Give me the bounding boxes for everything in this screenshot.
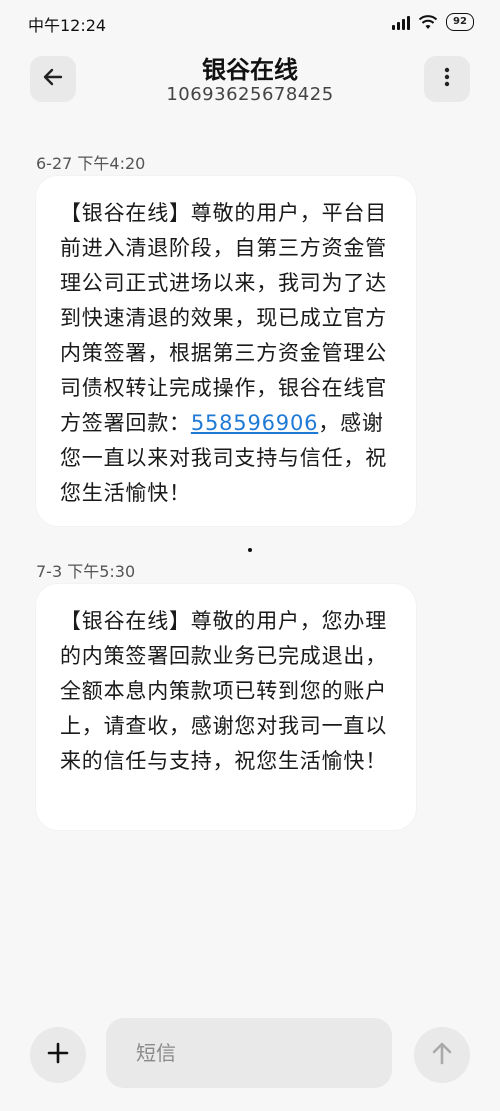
send-button[interactable] [414,1027,470,1083]
battery-icon: 92 [446,13,474,31]
message-bubble[interactable]: 【银谷在线】尊敬的用户，平台目前进入清退阶段，自第三方资金管理公司正式进场以来，… [36,176,416,526]
wifi-icon [418,14,438,30]
plus-icon [47,1042,69,1068]
status-time: 中午12:24 [28,16,107,35]
message-composer [0,1010,500,1100]
status-bar: 中午12:24 92 [0,0,500,44]
message-text: 【银谷在线】尊敬的用户，您办理的内策签署回款业务已完成退出，全额本息内策款项已转… [60,609,387,773]
status-icons: 92 [392,13,474,31]
separator-dot [248,548,252,552]
conversation-header: 银谷在线 10693625678425 [0,44,500,118]
signal-icon [392,14,410,30]
message-text: 【银谷在线】尊敬的用户，平台目前进入清退阶段，自第三方资金管理公司正式进场以来，… [60,201,387,435]
more-options-button[interactable] [424,56,470,102]
send-arrow-icon [431,1041,453,1069]
message-timestamp: 6-27 下午4:20 [36,154,146,173]
message-timestamp: 7-3 下午5:30 [36,562,136,581]
more-vertical-icon [444,67,450,91]
message-input[interactable] [106,1018,392,1088]
message-bubble[interactable]: 【银谷在线】尊敬的用户，您办理的内策签署回款业务已完成退出，全额本息内策款项已转… [36,584,416,830]
add-attachment-button[interactable] [30,1027,86,1083]
number-link[interactable]: 558596906 [191,411,318,435]
